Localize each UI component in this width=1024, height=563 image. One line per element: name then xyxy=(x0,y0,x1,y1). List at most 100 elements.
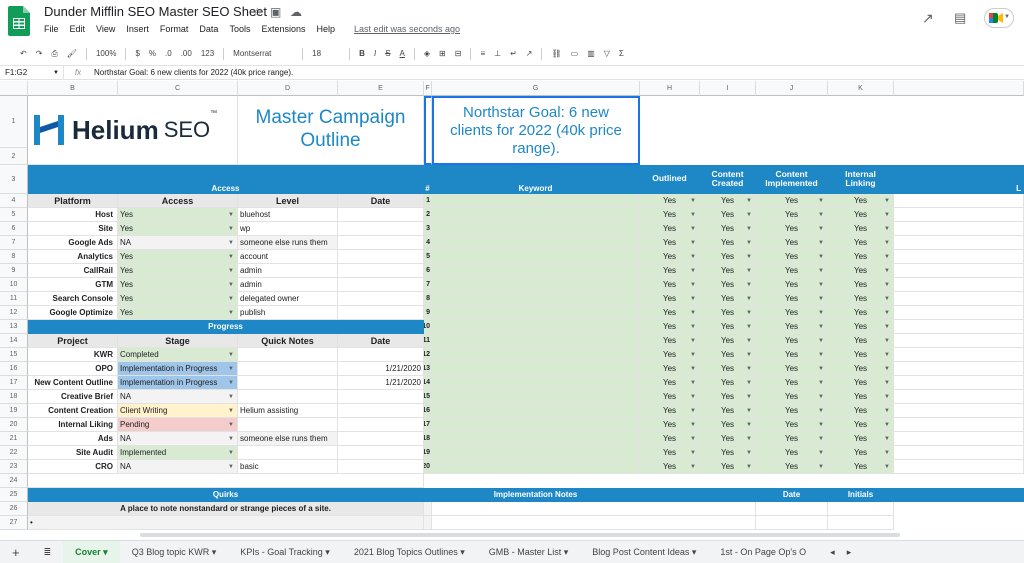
text-rotate-icon[interactable]: ↗ xyxy=(526,49,533,58)
yes-dropdown[interactable]: Yes ▼ xyxy=(828,418,894,432)
stage-dropdown[interactable]: Completed ▼ xyxy=(118,348,238,362)
yes-dropdown[interactable]: Yes ▼ xyxy=(828,404,894,418)
currency-button[interactable]: $ xyxy=(135,49,139,58)
stage-dropdown[interactable]: NA ▼ xyxy=(118,460,238,474)
extra-cell[interactable] xyxy=(894,348,1024,362)
blank[interactable] xyxy=(432,516,756,530)
row-header[interactable]: 15 xyxy=(0,348,28,362)
keyword-cell[interactable] xyxy=(432,362,640,376)
yes-dropdown[interactable]: Yes ▼ xyxy=(700,194,756,208)
yes-dropdown[interactable]: Yes ▼ xyxy=(640,418,700,432)
column-header[interactable]: D xyxy=(238,81,338,96)
yes-dropdown[interactable]: Yes ▼ xyxy=(756,306,828,320)
hash-header[interactable]: # xyxy=(424,165,432,194)
yes-dropdown[interactable]: Yes ▼ xyxy=(640,446,700,460)
kw-row-number[interactable]: 20 xyxy=(424,460,432,474)
extra-cell[interactable] xyxy=(894,334,1024,348)
impl-notes-header[interactable]: Implementation Notes xyxy=(432,488,640,502)
kw-row-number[interactable]: 3 xyxy=(424,222,432,236)
trend-icon[interactable]: ↗ xyxy=(922,10,934,27)
kw-col-header-linking[interactable]: Internal Linking xyxy=(828,165,894,194)
yes-dropdown[interactable]: Yes ▼ xyxy=(756,376,828,390)
kw-row-number[interactable]: 11 xyxy=(424,334,432,348)
impl-initials-header[interactable]: Initials xyxy=(828,488,894,502)
menu-help[interactable]: Help xyxy=(316,24,335,34)
keyword-cell[interactable] xyxy=(432,194,640,208)
keyword-cell[interactable] xyxy=(432,390,640,404)
extra-cell[interactable] xyxy=(894,418,1024,432)
keyword-cell[interactable] xyxy=(432,264,640,278)
row-header[interactable]: 5 xyxy=(0,208,28,222)
progress-notes[interactable]: basic xyxy=(238,460,338,474)
yes-dropdown[interactable]: Yes ▼ xyxy=(700,222,756,236)
yes-dropdown[interactable]: Yes ▼ xyxy=(640,194,700,208)
row-header[interactable]: 9 xyxy=(0,264,28,278)
access-date[interactable] xyxy=(338,250,424,264)
access-level[interactable]: admin xyxy=(238,264,338,278)
row-header[interactable]: 3 xyxy=(0,165,28,194)
impl-blank[interactable] xyxy=(640,488,756,502)
row-header[interactable]: 27 xyxy=(0,516,28,530)
access-dropdown[interactable]: Yes ▼ xyxy=(118,208,238,222)
yes-dropdown[interactable]: Yes ▼ xyxy=(640,362,700,376)
keyword-cell[interactable] xyxy=(432,208,640,222)
yes-dropdown[interactable]: Yes ▼ xyxy=(828,278,894,292)
spreadsheet-grid[interactable]: B C D E F G H I J K 1 2 3 4 5 6 7 8 9 10 11 12 13 14 15 16 17 18 19 2… xyxy=(0,81,1024,537)
kw-col-header-created[interactable]: Content Created xyxy=(700,165,756,194)
extra-cell[interactable] xyxy=(894,278,1024,292)
extra-cell[interactable] xyxy=(894,208,1024,222)
keyword-cell[interactable] xyxy=(432,320,640,334)
extra-cell[interactable] xyxy=(894,264,1024,278)
yes-dropdown[interactable]: Yes ▼ xyxy=(828,194,894,208)
blank[interactable] xyxy=(432,502,756,516)
progress-notes[interactable] xyxy=(238,446,338,460)
yes-dropdown[interactable]: Yes ▼ xyxy=(640,222,700,236)
name-box[interactable]: F1:G2 ▼ xyxy=(0,66,64,79)
column-header[interactable]: F xyxy=(424,81,432,96)
yes-dropdown[interactable]: Yes ▼ xyxy=(700,236,756,250)
stage-dropdown[interactable]: NA ▼ xyxy=(118,390,238,404)
yes-dropdown[interactable]: Yes ▼ xyxy=(756,236,828,250)
access-platform[interactable]: Google Ads xyxy=(28,236,118,250)
blank[interactable] xyxy=(756,502,828,516)
link-icon[interactable]: ⛓ xyxy=(551,49,561,58)
access-dropdown[interactable]: Yes ▼ xyxy=(118,250,238,264)
row-header[interactable]: 1 xyxy=(0,96,28,148)
yes-dropdown[interactable]: Yes ▼ xyxy=(640,208,700,222)
yes-dropdown[interactable]: Yes ▼ xyxy=(828,432,894,446)
column-header[interactable]: I xyxy=(700,81,756,96)
access-col-header-access[interactable]: Access xyxy=(118,194,238,208)
last-edit-link[interactable]: Last edit was seconds ago xyxy=(354,24,460,34)
row-header[interactable]: 20 xyxy=(0,418,28,432)
yes-dropdown[interactable]: Yes ▼ xyxy=(700,292,756,306)
kw-row-number[interactable]: 19 xyxy=(424,446,432,460)
extra-cell[interactable] xyxy=(894,376,1024,390)
access-col-header-date[interactable]: Date xyxy=(338,194,424,208)
progress-notes[interactable] xyxy=(238,362,338,376)
yes-dropdown[interactable]: Yes ▼ xyxy=(756,250,828,264)
yes-dropdown[interactable]: Yes ▼ xyxy=(756,264,828,278)
yes-dropdown[interactable]: Yes ▼ xyxy=(828,460,894,474)
impl-date-header[interactable]: Date xyxy=(756,488,828,502)
star-icon[interactable]: ☆ xyxy=(252,5,263,19)
row-header[interactable]: 21 xyxy=(0,432,28,446)
functions-icon[interactable]: Σ xyxy=(619,49,624,58)
access-platform[interactable]: Analytics xyxy=(28,250,118,264)
chart-icon[interactable]: ▥ xyxy=(587,49,595,58)
progress-notes[interactable]: someone else runs them xyxy=(238,432,338,446)
more-formats-button[interactable]: 123 xyxy=(201,49,214,58)
row-header[interactable]: 13 xyxy=(0,320,28,334)
progress-project[interactable]: CRO xyxy=(28,460,118,474)
sheets-logo[interactable] xyxy=(8,6,30,36)
blank[interactable] xyxy=(828,502,894,516)
keyword-cell[interactable] xyxy=(432,278,640,292)
access-level[interactable]: bluehost xyxy=(238,208,338,222)
yes-dropdown[interactable]: Yes ▼ xyxy=(700,432,756,446)
strikethrough-icon[interactable]: S xyxy=(385,49,390,58)
row-header[interactable]: 11 xyxy=(0,292,28,306)
progress-project[interactable]: KWR xyxy=(28,348,118,362)
yes-dropdown[interactable]: Yes ▼ xyxy=(700,334,756,348)
percent-button[interactable]: % xyxy=(149,49,156,58)
access-section-header[interactable]: Access xyxy=(28,165,424,194)
yes-dropdown[interactable]: Yes ▼ xyxy=(700,418,756,432)
